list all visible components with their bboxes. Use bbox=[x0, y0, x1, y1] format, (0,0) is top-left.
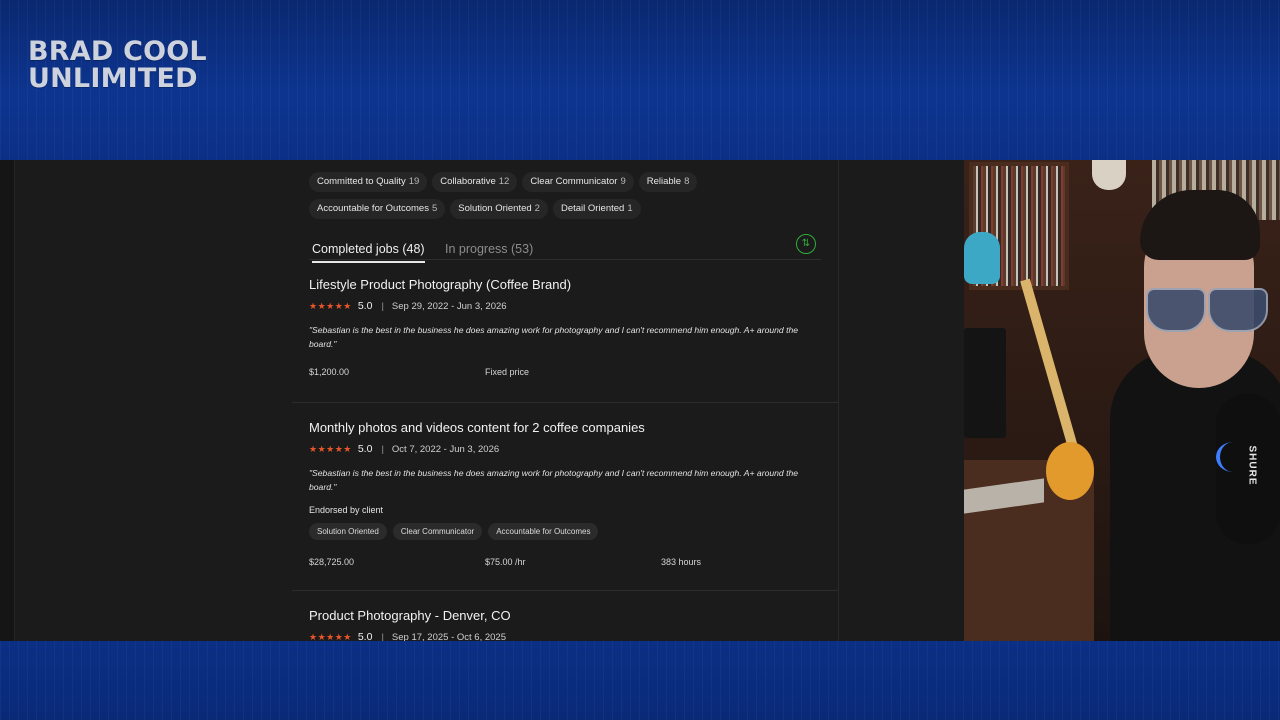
separator: | bbox=[381, 443, 384, 455]
skill-chips: Committed to Quality 19 Collaborative 12 Cle… bbox=[309, 171, 829, 225]
amount-earned: $28,725.00 bbox=[309, 557, 355, 567]
skill-chip[interactable]: Collaborative 12 bbox=[432, 172, 518, 192]
client-review: "Sebastian is the best in the business h… bbox=[309, 468, 799, 492]
star-rating-icon: ★★★★★ bbox=[309, 631, 352, 642]
endorsement-tag: Solution Oriented bbox=[309, 523, 387, 540]
logo-line-2: UNLIMITED bbox=[28, 63, 198, 94]
endorsement-tag: Accountable for Outcomes bbox=[488, 523, 599, 540]
skill-chip[interactable]: Accountable for Outcomes 5 bbox=[309, 199, 446, 219]
job-dates: Sep 17, 2025 - Oct 6, 2025 bbox=[391, 631, 507, 642]
job-dates: Sep 29, 2022 - Jun 3, 2026 bbox=[391, 300, 507, 312]
bottom-banner bbox=[0, 641, 1280, 720]
hourly-rate: $75.00 /hr bbox=[485, 557, 526, 567]
work-history-panel: Committed to Quality 19 Collaborative 12 Cle… bbox=[292, 160, 838, 641]
job-card[interactable]: Lifestyle Product Photography (Coffee Br… bbox=[309, 277, 829, 381]
job-card[interactable]: Product Photography - Denver, CO ★★★★★ 5… bbox=[309, 608, 829, 641]
job-card[interactable]: Monthly photos and videos content for 2 … bbox=[309, 420, 829, 571]
rating-score: 5.0 bbox=[357, 300, 373, 312]
mic-light-ring bbox=[1216, 442, 1250, 472]
channel-logo: BRAD COOL UNLIMITED bbox=[28, 38, 228, 92]
skill-chip[interactable]: Reliable 8 bbox=[638, 172, 698, 192]
rating-row: ★★★★★ 5.0 | Sep 17, 2025 - Oct 6, 2025 bbox=[309, 630, 829, 641]
endorsement-tags: Solution Oriented Clear Communicator Accou… bbox=[309, 521, 829, 540]
star-rating-icon: ★★★★★ bbox=[309, 443, 352, 454]
plush-toy bbox=[964, 232, 1000, 284]
sort-arrows-icon[interactable]: ⇅ bbox=[796, 234, 816, 254]
job-meta: $28,725.00 $75.00 /hr 383 hours bbox=[309, 557, 829, 571]
rate-type: Fixed price bbox=[485, 367, 530, 377]
star-rating-icon: ★★★★★ bbox=[309, 300, 352, 311]
mic-brand-label: SHURE bbox=[1246, 445, 1258, 486]
job-meta: $1,200.00 Fixed price bbox=[309, 367, 829, 381]
skill-chip[interactable]: Solution Oriented 2 bbox=[450, 199, 548, 219]
job-divider bbox=[292, 590, 838, 591]
amount-earned: $1,200.00 bbox=[309, 367, 350, 377]
rating-score: 5.0 bbox=[357, 631, 373, 641]
job-title[interactable]: Monthly photos and videos content for 2 … bbox=[309, 420, 829, 435]
guitar-body bbox=[1046, 442, 1094, 500]
endorsement-tag: Clear Communicator bbox=[392, 523, 483, 540]
guitar-neck bbox=[1020, 278, 1083, 465]
job-divider bbox=[292, 402, 838, 403]
left-sidebar-edge bbox=[0, 160, 15, 641]
job-title[interactable]: Lifestyle Product Photography (Coffee Br… bbox=[309, 277, 829, 292]
sunglasses bbox=[1146, 288, 1268, 332]
webcam-feed: SHURE bbox=[964, 160, 1280, 641]
job-title[interactable]: Product Photography - Denver, CO bbox=[309, 608, 829, 623]
skill-chip[interactable]: Committed to Quality 19 bbox=[309, 172, 428, 192]
separator: | bbox=[381, 631, 384, 642]
job-dates: Oct 7, 2022 - Jun 3, 2026 bbox=[391, 443, 500, 455]
shared-screen: Committed to Quality 19 Collaborative 12 Cle… bbox=[0, 160, 964, 641]
hours-worked: 383 hours bbox=[661, 557, 702, 567]
tabs-underline bbox=[309, 259, 821, 260]
rating-score: 5.0 bbox=[357, 443, 373, 455]
floor-lamp bbox=[1092, 160, 1126, 190]
logo-line-1: BRAD COOL bbox=[28, 36, 207, 67]
skill-chip[interactable]: Clear Communicator 9 bbox=[522, 172, 634, 192]
skill-chip[interactable]: Detail Oriented 1 bbox=[552, 199, 641, 219]
rating-row: ★★★★★ 5.0 | Sep 29, 2022 - Jun 3, 2026 bbox=[309, 299, 829, 313]
rating-row: ★★★★★ 5.0 | Oct 7, 2022 - Jun 3, 2026 bbox=[309, 442, 829, 456]
client-review: "Sebastian is the best in the business h… bbox=[309, 325, 799, 349]
column-divider bbox=[838, 160, 839, 641]
crt-monitor bbox=[964, 328, 1006, 438]
separator: | bbox=[381, 300, 384, 312]
endorsed-label: Endorsed by client bbox=[309, 505, 384, 515]
streamer-hair bbox=[1140, 190, 1260, 260]
